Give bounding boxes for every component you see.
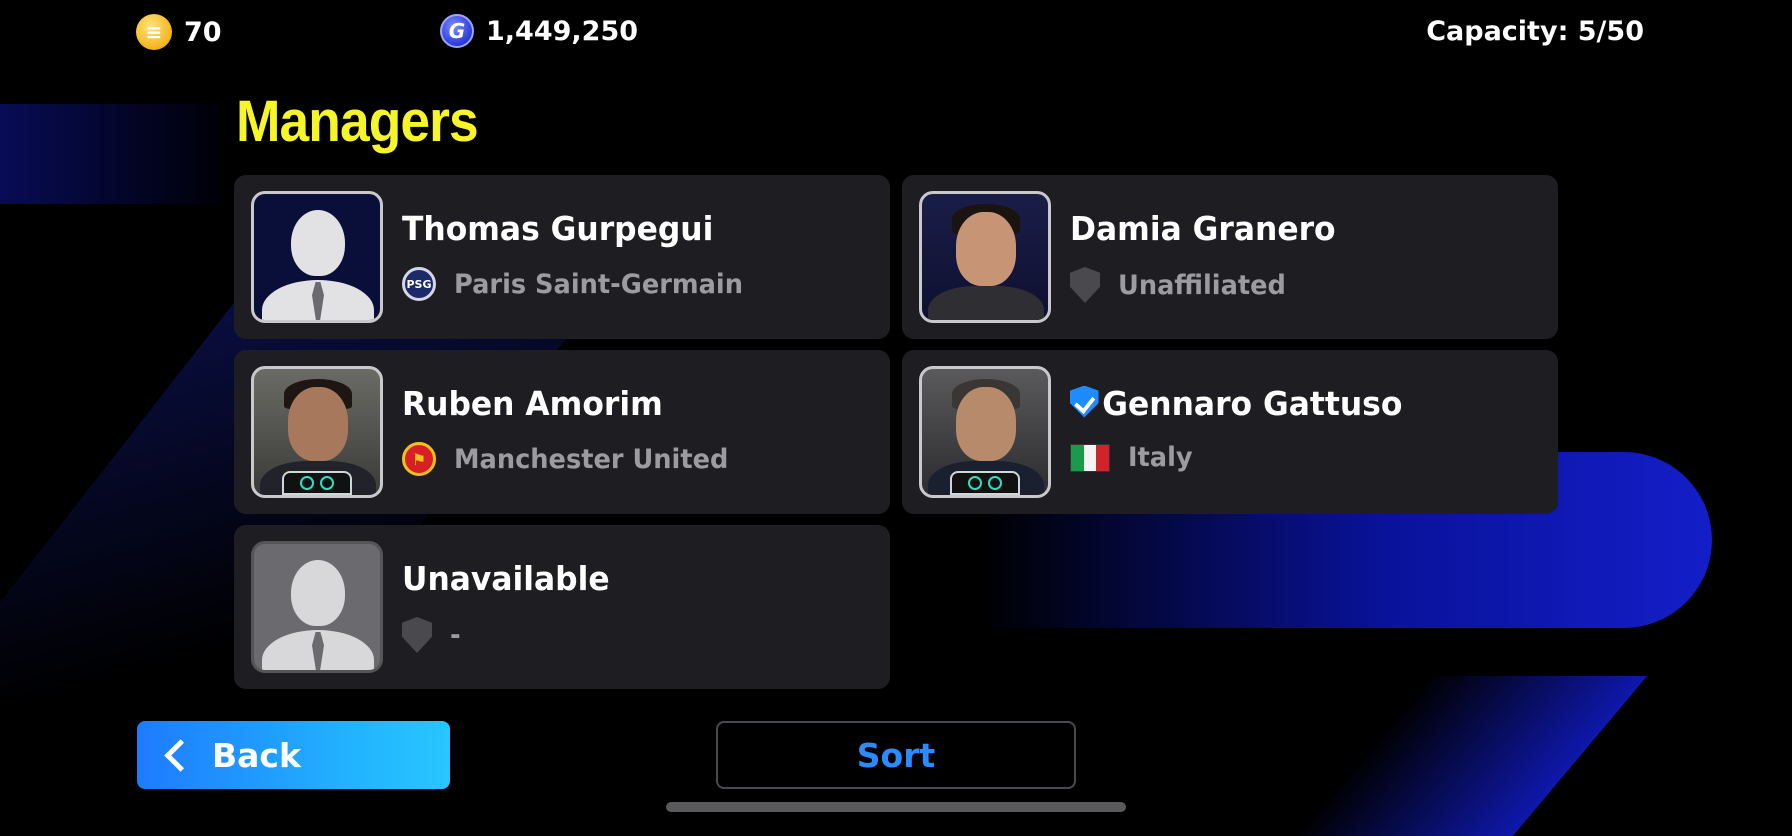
chevron-left-icon xyxy=(164,738,197,772)
manager-portrait xyxy=(919,366,1051,498)
back-button[interactable]: Back xyxy=(137,721,450,789)
background-stripe xyxy=(1292,676,1648,836)
manchester-united-crest-icon: ⚑ xyxy=(402,442,436,476)
manager-team: PSG Paris Saint-Germain xyxy=(402,267,758,301)
capacity-label: Capacity: 5/50 xyxy=(1426,16,1644,47)
manager-portrait xyxy=(919,191,1051,323)
page-title: Managers xyxy=(236,89,479,154)
back-button-label: Back xyxy=(212,735,301,775)
verified-shield-icon xyxy=(1070,385,1099,418)
team-name: Manchester United xyxy=(454,443,729,475)
gp-balance: G 1,449,250 xyxy=(440,14,638,48)
coin-amount: 70 xyxy=(184,16,222,48)
badge-icon xyxy=(950,471,1020,495)
manager-card[interactable]: Thomas Gurpegui PSG Paris Saint-Germain xyxy=(234,175,890,339)
sort-button-label: Sort xyxy=(856,735,936,775)
manager-card[interactable]: Damia Granero Unaffiliated xyxy=(902,175,1558,339)
manager-card[interactable]: Ruben Amorim ⚑ Manchester United xyxy=(234,350,890,514)
italy-flag-icon xyxy=(1070,443,1110,472)
manager-team: Italy xyxy=(1070,442,1196,473)
background-stripe xyxy=(0,104,220,204)
currency-bar: ≡ 70 G 1,449,250 Capacity: 5/50 xyxy=(0,14,1792,54)
manager-card[interactable]: Unavailable - xyxy=(234,525,890,689)
manager-portrait xyxy=(251,191,383,323)
sort-button[interactable]: Sort xyxy=(716,721,1076,789)
manager-portrait xyxy=(251,541,383,673)
psg-crest-icon: PSG xyxy=(402,267,436,301)
shield-icon xyxy=(402,617,432,653)
manager-card[interactable]: Gennaro Gattuso Italy xyxy=(902,350,1558,514)
manager-name: Gennaro Gattuso xyxy=(1070,384,1402,423)
gp-amount: 1,449,250 xyxy=(486,15,639,47)
manager-team: Unaffiliated xyxy=(1070,267,1295,303)
manager-name: Ruben Amorim xyxy=(402,384,663,423)
manager-name: Damia Granero xyxy=(1070,209,1336,248)
gp-icon: G xyxy=(440,14,474,48)
coin-balance: ≡ 70 xyxy=(136,14,222,50)
team-name: - xyxy=(450,619,461,651)
team-name: Italy xyxy=(1128,442,1193,473)
team-name: Paris Saint-Germain xyxy=(454,268,743,300)
home-indicator[interactable] xyxy=(666,802,1126,812)
manager-portrait xyxy=(251,366,383,498)
badge-icon xyxy=(282,471,352,495)
team-name: Unaffiliated xyxy=(1118,269,1286,301)
manager-team: - xyxy=(402,617,461,653)
manager-name: Unavailable xyxy=(402,559,610,598)
coin-icon: ≡ xyxy=(136,14,172,50)
manager-team: ⚑ Manchester United xyxy=(402,442,743,476)
shield-icon xyxy=(1070,267,1100,303)
manager-name: Thomas Gurpegui xyxy=(402,209,714,248)
